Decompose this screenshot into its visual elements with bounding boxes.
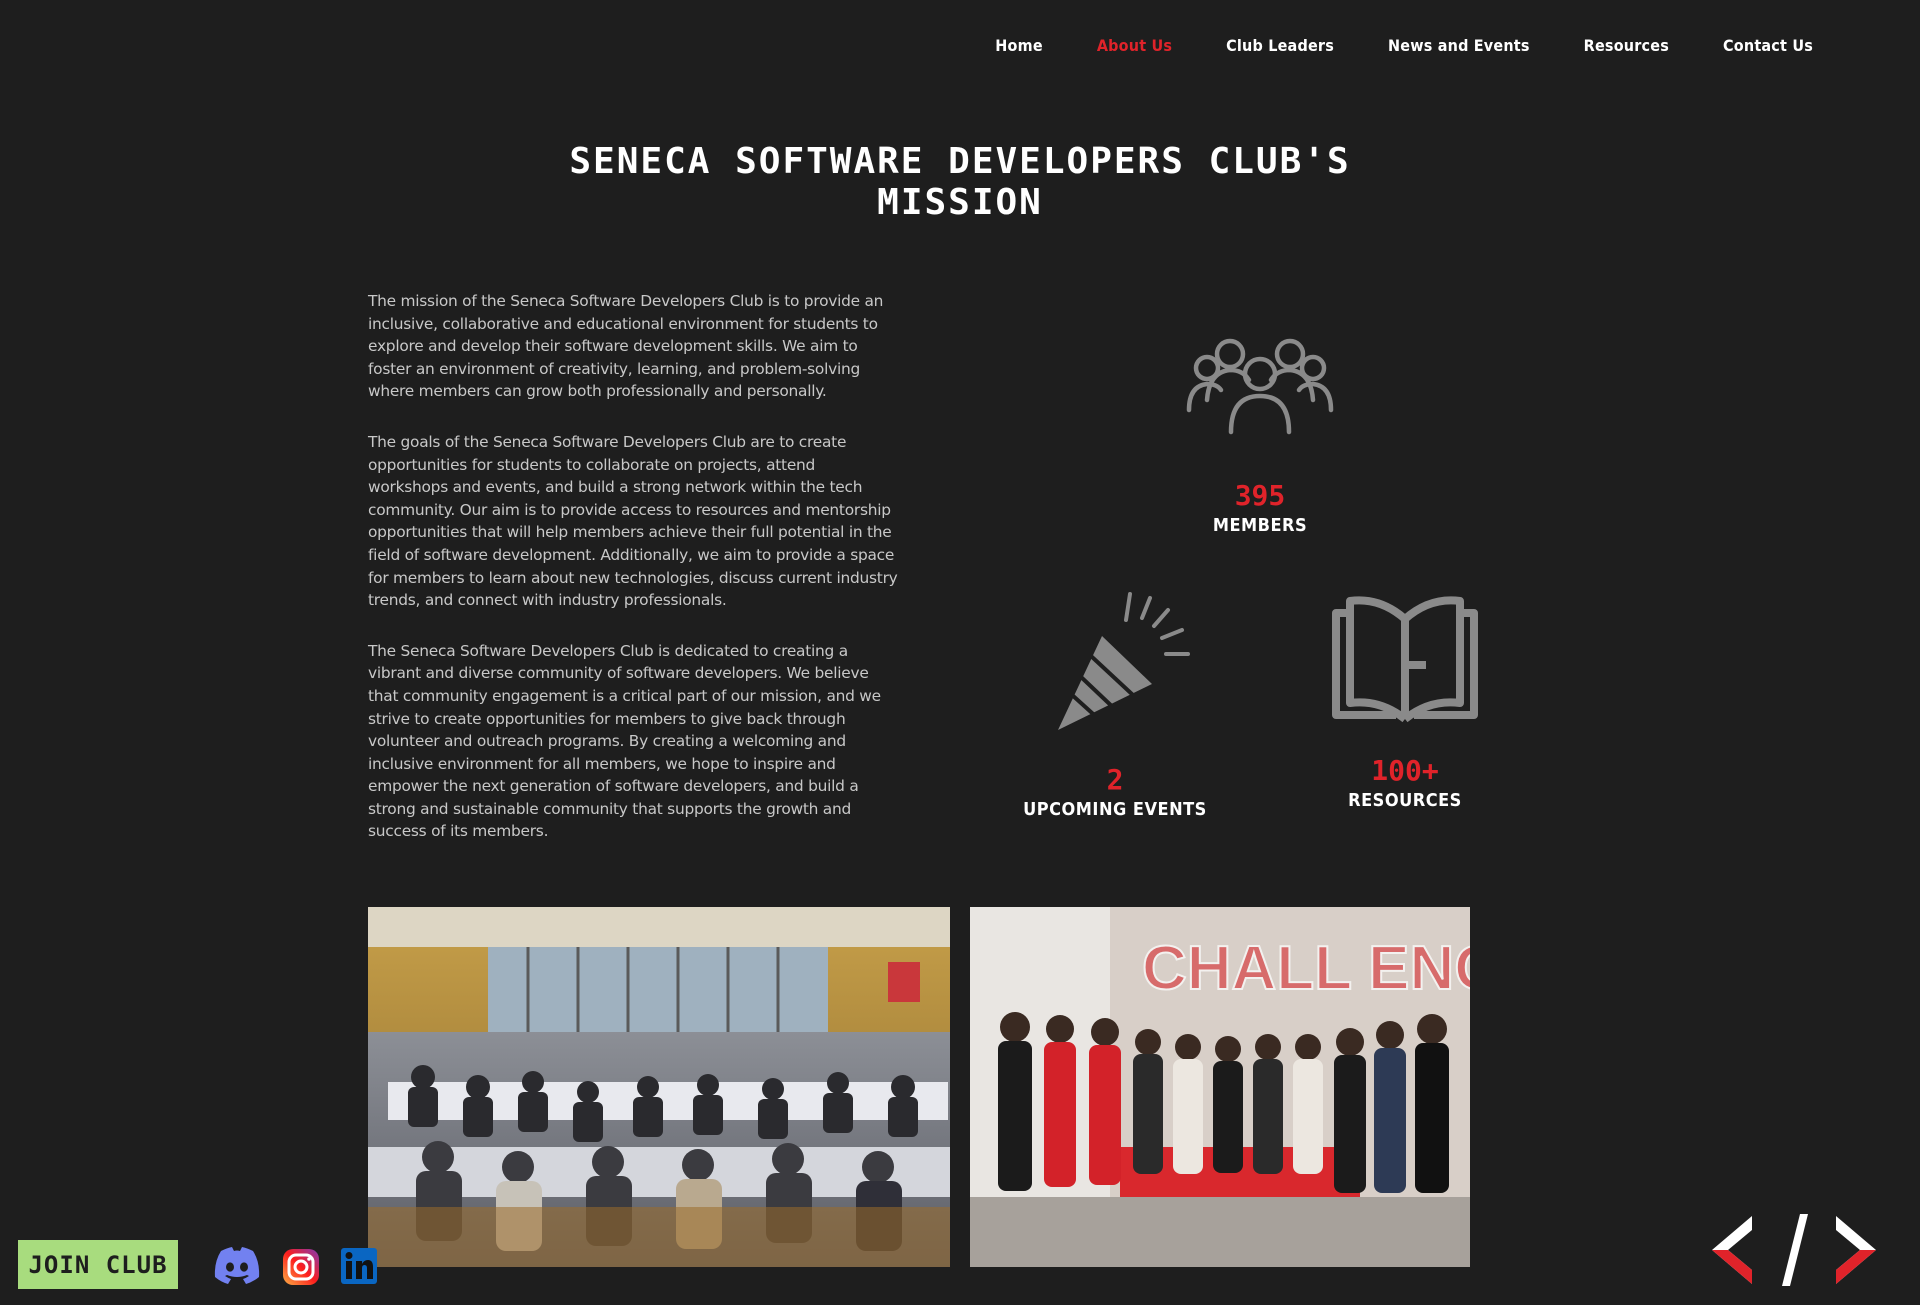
club-photo-study-hall bbox=[368, 907, 950, 1267]
nav-about-us[interactable]: About Us bbox=[1070, 30, 1199, 61]
stat-events: 2 UPCOMING EVENTS bbox=[1010, 588, 1220, 823]
goals-paragraph: The goals of the Seneca Software Develop… bbox=[368, 432, 898, 610]
mission-paragraph: The mission of the Seneca Software Devel… bbox=[368, 292, 884, 401]
page-title-line1: SENECA SOFTWARE DEVELOPERS CLUB'S bbox=[569, 141, 1351, 182]
discord-link[interactable] bbox=[213, 1247, 260, 1285]
join-club-button[interactable]: JOIN CLUB bbox=[18, 1240, 178, 1289]
stat-resources: 100+ RESOURCES bbox=[1310, 593, 1500, 814]
party-popper-icon bbox=[1058, 592, 1190, 730]
people-group-icon bbox=[1186, 338, 1334, 435]
main-nav: Home About Us Club Leaders News and Even… bbox=[968, 30, 1840, 61]
nav-contact-us[interactable]: Contact Us bbox=[1696, 30, 1840, 61]
resources-label: RESOURCES bbox=[1348, 790, 1462, 811]
linkedin-link[interactable] bbox=[340, 1247, 380, 1285]
instagram-icon bbox=[283, 1249, 319, 1285]
events-count: 2 bbox=[1106, 763, 1124, 796]
community-paragraph: The Seneca Software Developers Club is d… bbox=[368, 641, 881, 841]
page-title-line2: MISSION bbox=[877, 182, 1043, 223]
open-book-icon bbox=[1332, 596, 1478, 723]
instagram-link[interactable] bbox=[281, 1247, 321, 1285]
challenge-sign-text: CHALL ENGE ACCE bbox=[1142, 934, 1470, 1003]
discord-icon bbox=[214, 1247, 260, 1284]
members-label: MEMBERS bbox=[1212, 515, 1308, 536]
resources-count: 100+ bbox=[1371, 754, 1439, 787]
code-brackets-logo bbox=[1708, 1212, 1880, 1292]
club-photo-challenge-sign: CHALL ENGE ACCE bbox=[970, 907, 1470, 1267]
nav-home[interactable]: Home bbox=[968, 30, 1070, 61]
nav-news-and-events[interactable]: News and Events bbox=[1361, 30, 1557, 61]
events-label: UPCOMING EVENTS bbox=[1023, 799, 1207, 820]
nav-resources[interactable]: Resources bbox=[1557, 30, 1696, 61]
stat-members: 395 MEMBERS bbox=[1160, 330, 1360, 539]
nav-club-leaders[interactable]: Club Leaders bbox=[1199, 30, 1361, 61]
linkedin-icon bbox=[341, 1248, 377, 1284]
mission-text: The mission of the Seneca Software Devel… bbox=[368, 290, 898, 871]
members-count: 395 bbox=[1234, 479, 1286, 512]
page-title: SENECA SOFTWARE DEVELOPERS CLUB'S MISSIO… bbox=[560, 141, 1360, 223]
